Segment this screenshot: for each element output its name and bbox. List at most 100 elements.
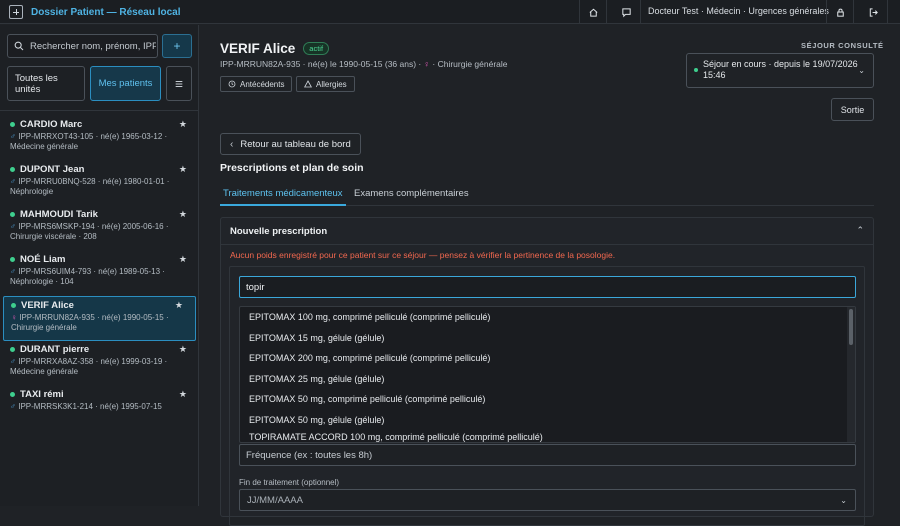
patient-list-item[interactable]: CARDIO Marc ★ ♂ IPP-MRRXOT43-105 · né(e) 1… [0,116,199,161]
status-dot [10,167,15,172]
patient-item-info: ♂ IPP-MRS6MSKP-194 · né(e) 2005-06-16 · … [10,222,189,242]
drug-option[interactable]: EPITOMAX 50 mg, gélule (gélule) [240,410,855,431]
list-menu-button[interactable] [166,66,192,101]
prescription-panel: Nouvelle prescription ⌃ Aucun poids enre… [220,217,874,526]
drug-option[interactable]: EPITOMAX 50 mg, comprimé pelliculé (comp… [240,389,855,410]
antecedents-button[interactable]: Antécédents [220,76,293,92]
end-date-field[interactable]: JJ/MM/AAAA ⌄ [239,489,856,511]
status-dot [10,122,15,127]
drug-option[interactable]: EPITOMAX 25 mg, gélule (gélule) [240,369,855,390]
drug-option[interactable]: EPITOMAX 200 mg, comprimé pelliculé (com… [240,348,855,369]
antecedents-label: Antécédents [240,79,285,89]
patient-item-label: CARDIO Marc [20,119,83,130]
sejour-value: Séjour en cours · depuis le 19/07/2026 1… [703,59,858,80]
patient-item-label: DUPONT Jean [20,164,85,175]
main-content: VERIF Alice actif IPP-MRRUN82A-935 · né(… [200,25,900,526]
search-input[interactable] [30,40,156,52]
logout-button[interactable] [860,0,888,24]
patient-list-item[interactable]: VERIF Alice ★ ♀ IPP-MRRUN82A-935 · né(e) 1… [3,296,196,341]
frequency-field[interactable]: Fréquence (ex : toutes les 8h) [239,444,856,466]
my-patients-button[interactable]: Mes patients [90,66,161,101]
status-dot [10,257,15,262]
patient-service: · Chirurgie générale [432,59,508,69]
drug-option[interactable]: EPITOMAX 15 mg, gélule (gélule) [240,328,855,349]
patient-list-item[interactable]: MAHMOUDI Tarik ★ ♂ IPP-MRS6MSKP-194 · né(e… [0,206,199,251]
male-icon: ♂ [10,177,16,186]
search-icon [14,41,24,51]
patient-list-item[interactable]: NOÉ Liam ★ ♂ IPP-MRS6UIM4-793 · né(e) 1989… [0,251,199,296]
history-icon [228,80,236,88]
brand[interactable]: Dossier Patient — Réseau local [9,4,181,20]
patient-item-label: DURANT pierre [20,344,90,355]
end-date-label: Fin de traitement (optionnel) [239,478,340,487]
home-button[interactable] [579,0,607,24]
allergies-button[interactable]: Allergies [296,76,355,92]
tabs: Traitements médicamenteux Examens complé… [220,185,874,206]
patient-item-label: NOÉ Liam [20,254,66,265]
star-icon[interactable]: ★ [179,164,187,175]
patient-list: CARDIO Marc ★ ♂ IPP-MRRXOT43-105 · né(e) 1… [0,116,199,431]
patient-subtitle: IPP-MRRUN82A-935 · né(e) le 1990-05-15 (… [220,59,508,69]
male-icon: ♂ [10,357,16,366]
chevron-up-icon[interactable]: ⌃ [856,225,864,236]
patient-item-details: IPP-MRRU0BNQ-528 · né(e) 1980-01-01 · Né… [10,177,170,196]
drug-search-input[interactable]: topir [239,276,856,298]
patient-header: VERIF Alice actif [220,41,330,56]
home-icon [589,8,597,17]
star-icon[interactable]: ★ [179,344,187,355]
allergies-label: Allergies [316,79,347,89]
add-square-icon [9,5,23,19]
star-icon[interactable]: ★ [179,209,187,220]
sidebar: + Toutes les unités Mes patients CARDIO … [0,25,199,506]
panel-title: Nouvelle prescription [230,226,328,237]
star-icon[interactable]: ★ [179,119,187,130]
patient-list-item[interactable]: DUPONT Jean ★ ♂ IPP-MRRU0BNQ-528 · né(e) 1… [0,161,199,206]
list-icon [175,80,183,87]
chevron-down-icon: ⌄ [840,496,847,505]
drug-option[interactable]: EPITOMAX 100 mg, comprimé pelliculé (com… [240,307,855,328]
drug-option[interactable]: TOPIRAMATE ACCORD 100 mg, comprimé pelli… [240,430,855,442]
back-label: Retour au tableau de bord [240,138,351,150]
end-date-placeholder: JJ/MM/AAAA [247,494,303,506]
status-dot [10,212,15,217]
tab-examens[interactable]: Examens complémentaires [351,188,472,206]
patient-list-item[interactable]: DURANT pierre ★ ♂ IPP-MRRXA8AZ-358 · né(e)… [0,341,199,386]
lock-button[interactable] [826,0,854,24]
patient-item-name: NOÉ Liam [10,254,189,265]
add-patient-button[interactable]: + [162,34,192,58]
star-icon[interactable]: ★ [179,254,187,265]
patient-item-details: IPP-MRRSK3K1-214 · né(e) 1995-07-15 [18,402,162,411]
star-icon[interactable]: ★ [175,300,183,311]
male-icon: ♂ [10,222,16,231]
patient-search[interactable] [7,34,158,58]
sortie-button[interactable]: Sortie [831,98,874,121]
scrollbar[interactable] [847,307,855,442]
star-icon[interactable]: ★ [179,389,187,400]
status-dot [10,347,15,352]
top-bar: Dossier Patient — Réseau local Docteur T… [0,0,900,24]
back-button[interactable]: ‹ Retour au tableau de bord [220,133,361,155]
patient-item-info: ♀ IPP-MRRUN82A-935 · né(e) 1990-05-15 · … [11,313,188,333]
units-select[interactable]: Toutes les unités [7,66,85,101]
patient-item-details: IPP-MRS6MSKP-194 · né(e) 2005-06-16 · Ch… [10,222,169,241]
patient-item-details: IPP-MRRXOT43-105 · né(e) 1965-03-12 · Mé… [10,132,168,151]
patient-ipp: IPP-MRRUN82A-935 · né(e) le 1990-05-15 (… [220,59,422,69]
message-icon [622,7,631,17]
patient-list-item[interactable]: TAXI rémi ★ ♂ IPP-MRRSK3K1-214 · né(e) 199… [0,386,199,431]
patient-name: VERIF Alice [220,41,296,56]
female-icon: ♀ [11,313,17,322]
patient-item-name: CARDIO Marc [10,119,189,130]
patient-item-details: IPP-MRS6UIM4-793 · né(e) 1989-05-13 · Né… [10,267,165,286]
male-icon: ♂ [10,402,16,411]
scrollbar-thumb[interactable] [849,309,853,345]
warning-icon [304,80,312,88]
messages-button[interactable] [613,0,641,24]
chevron-left-icon: ‹ [230,138,234,150]
patient-item-label: VERIF Alice [21,300,74,311]
male-icon: ♂ [10,267,16,276]
sejour-select[interactable]: Séjour en cours · depuis le 19/07/2026 1… [686,53,874,88]
male-icon: ♂ [10,132,16,141]
tab-traitements[interactable]: Traitements médicamenteux [220,188,346,206]
status-badge: actif [303,42,330,55]
patient-item-label: MAHMOUDI Tarik [20,209,98,220]
